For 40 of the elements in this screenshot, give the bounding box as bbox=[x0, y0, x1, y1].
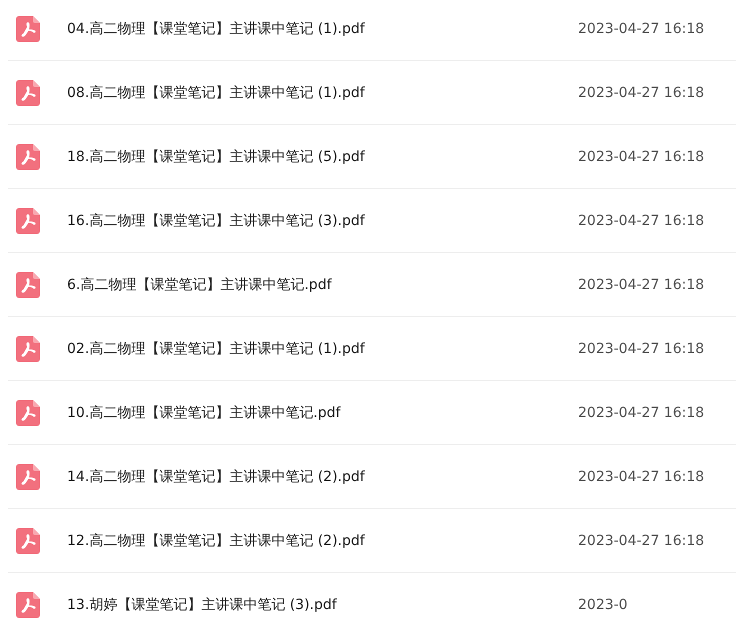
file-name: 12.高二物理【课堂笔记】主讲课中笔记 (2).pdf bbox=[67, 532, 366, 550]
file-name: 16.高二物理【课堂笔记】主讲课中笔记 (3).pdf bbox=[67, 212, 366, 230]
pdf-file-icon bbox=[16, 464, 40, 490]
pdf-file-icon bbox=[16, 528, 40, 554]
pdf-file-icon bbox=[16, 208, 40, 234]
pdf-file-icon bbox=[16, 400, 40, 426]
file-name: 10.高二物理【课堂笔记】主讲课中笔记.pdf bbox=[67, 404, 342, 422]
modified-date: 2023-04-27 16:18 bbox=[578, 532, 706, 548]
modified-date: 2023-04-27 16:18 bbox=[578, 404, 706, 420]
file-row[interactable]: 6.高二物理【课堂笔记】主讲课中笔记.pdf 2023-04-27 16:18 bbox=[8, 253, 736, 317]
modified-date: 2023-04-27 16:18 bbox=[578, 84, 706, 100]
pdf-file-icon bbox=[16, 592, 40, 618]
file-row[interactable]: 18.高二物理【课堂笔记】主讲课中笔记 (5).pdf 2023-04-27 16:18 bbox=[8, 125, 736, 189]
file-name: 14.高二物理【课堂笔记】主讲课中笔记 (2).pdf bbox=[67, 468, 366, 486]
pdf-file-icon bbox=[16, 16, 40, 42]
file-name: 6.高二物理【课堂笔记】主讲课中笔记.pdf bbox=[67, 276, 333, 294]
file-name: 08.高二物理【课堂笔记】主讲课中笔记 (1).pdf bbox=[67, 84, 366, 102]
modified-date: 2023-04-27 16:18 bbox=[578, 468, 706, 484]
modified-date: 2023-04-27 16:18 bbox=[578, 340, 706, 356]
modified-date: 2023-04-27 16:18 bbox=[578, 148, 706, 164]
file-name: 02.高二物理【课堂笔记】主讲课中笔记 (1).pdf bbox=[67, 340, 366, 358]
modified-date: 2023-04-27 16:18 bbox=[578, 212, 706, 228]
file-row[interactable]: 02.高二物理【课堂笔记】主讲课中笔记 (1).pdf 2023-04-27 16:18 bbox=[8, 317, 736, 381]
modified-date: 2023-04-27 16:18 bbox=[578, 276, 706, 292]
file-row[interactable]: 14.高二物理【课堂笔记】主讲课中笔记 (2).pdf 2023-04-27 16:18 bbox=[8, 445, 736, 509]
modified-date: 2023-0 bbox=[578, 596, 629, 612]
file-name: 04.高二物理【课堂笔记】主讲课中笔记 (1).pdf bbox=[67, 20, 366, 38]
pdf-file-icon bbox=[16, 336, 40, 362]
file-row[interactable]: 08.高二物理【课堂笔记】主讲课中笔记 (1).pdf 2023-04-27 16:18 bbox=[8, 61, 736, 125]
pdf-file-icon bbox=[16, 272, 40, 298]
file-row[interactable]: 12.高二物理【课堂笔记】主讲课中笔记 (2).pdf 2023-04-27 16:18 bbox=[8, 509, 736, 573]
file-name: 13.胡婷【课堂笔记】主讲课中笔记 (3).pdf bbox=[67, 596, 338, 614]
file-row[interactable]: 13.胡婷【课堂笔记】主讲课中笔记 (3).pdf 2023-0 bbox=[8, 573, 736, 631]
file-row[interactable]: 10.高二物理【课堂笔记】主讲课中笔记.pdf 2023-04-27 16:18 bbox=[8, 381, 736, 445]
file-row[interactable]: 04.高二物理【课堂笔记】主讲课中笔记 (1).pdf 2023-04-27 16:18 bbox=[8, 0, 736, 61]
file-row[interactable]: 16.高二物理【课堂笔记】主讲课中笔记 (3).pdf 2023-04-27 16:18 bbox=[8, 189, 736, 253]
file-name: 18.高二物理【课堂笔记】主讲课中笔记 (5).pdf bbox=[67, 148, 366, 166]
pdf-file-icon bbox=[16, 144, 40, 170]
modified-date: 2023-04-27 16:18 bbox=[578, 20, 706, 36]
pdf-file-icon bbox=[16, 80, 40, 106]
